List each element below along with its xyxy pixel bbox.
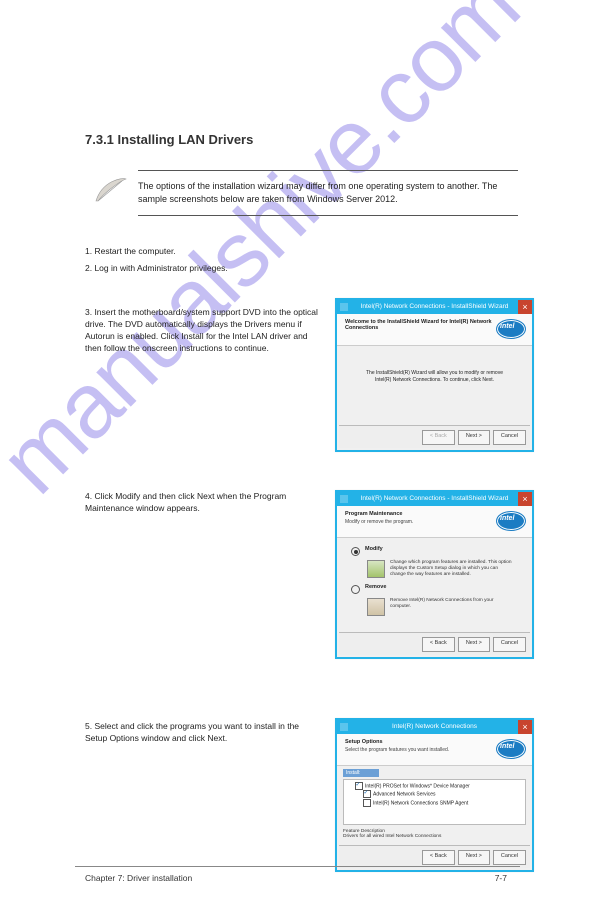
step-4: 4. Click Modify and then click Next when… — [85, 490, 320, 514]
feature-tree[interactable]: Intel(R) PROSet for Windows* Device Mana… — [343, 779, 526, 825]
close-icon[interactable]: × — [518, 492, 532, 506]
dialog-footer: < Back Next > Cancel — [339, 632, 530, 655]
close-icon[interactable]: × — [518, 720, 532, 734]
note-feather-icon — [92, 175, 130, 210]
tree-item: Intel(R) PROSet for Windows* Device Mana… — [365, 783, 470, 789]
sys-icon — [340, 303, 348, 311]
next-button[interactable]: Next > — [458, 637, 490, 652]
radio-modify-label: Modify — [365, 546, 383, 552]
tree-item: Intel(R) Network Connections SNMP Agent — [373, 800, 468, 806]
radio-modify[interactable] — [351, 547, 360, 556]
close-icon[interactable]: × — [518, 300, 532, 314]
dialog-footer: < Back Next > Cancel — [339, 425, 530, 448]
checkbox-icon[interactable] — [363, 790, 371, 798]
step-3: 3. Insert the motherboard/system support… — [85, 306, 320, 354]
next-button[interactable]: Next > — [458, 850, 490, 865]
titlebar-text: Intel(R) Network Connections - InstallSh… — [361, 303, 509, 310]
step-5: 5. Select and click the programs you wan… — [85, 720, 320, 744]
footer-divider — [75, 866, 520, 867]
sys-icon — [340, 495, 348, 503]
tree-item: Advanced Network Services — [373, 792, 436, 798]
dialog-header: Welcome to the InstallShield Wizard for … — [337, 314, 532, 346]
titlebar: Intel(R) Network Connections - InstallSh… — [337, 300, 532, 314]
step-1: 1. Restart the computer. — [85, 245, 320, 257]
checkbox-icon[interactable] — [363, 799, 371, 807]
dialog-body: Modify Change which program features are… — [337, 538, 532, 624]
radio-remove[interactable] — [351, 585, 360, 594]
titlebar: Intel(R) Network Connections × — [337, 720, 532, 734]
feature-desc-text: Drivers for all wired Intel Network Conn… — [343, 834, 526, 839]
back-button[interactable]: < Back — [422, 850, 455, 865]
modify-desc: Change which program features are instal… — [390, 560, 515, 578]
cancel-button[interactable]: Cancel — [493, 637, 526, 652]
dialog-footer: < Back Next > Cancel — [339, 845, 530, 868]
radio-remove-label: Remove — [365, 584, 386, 590]
intel-logo-icon — [496, 511, 526, 531]
step-2: 2. Log in with Administrator privileges. — [85, 262, 320, 274]
dialog-header: Setup Options Select the program feature… — [337, 734, 532, 766]
back-button[interactable]: < Back — [422, 637, 455, 652]
remove-desc: Remove Intel(R) Network Connections from… — [390, 598, 515, 610]
remove-icon — [367, 598, 385, 616]
checkbox-icon[interactable] — [355, 782, 363, 790]
setup-options-dialog: Intel(R) Network Connections × Setup Opt… — [335, 718, 534, 872]
page-number: 7-7 — [495, 873, 507, 883]
cancel-button[interactable]: Cancel — [493, 430, 526, 445]
divider — [138, 215, 518, 216]
note-text: The options of the installation wizard m… — [138, 180, 508, 206]
install-label: Install: — [343, 769, 379, 777]
divider — [138, 170, 518, 171]
intel-logo-icon — [496, 739, 526, 759]
cancel-button[interactable]: Cancel — [493, 850, 526, 865]
back-button: < Back — [422, 430, 455, 445]
body-text: The InstallShield(R) Wizard will allow y… — [365, 370, 505, 384]
intel-logo-icon — [496, 319, 526, 339]
titlebar-text: Intel(R) Network Connections — [392, 723, 477, 730]
sys-icon — [340, 723, 348, 731]
program-maintenance-dialog: Intel(R) Network Connections - InstallSh… — [335, 490, 534, 659]
modify-icon — [367, 560, 385, 578]
titlebar: Intel(R) Network Connections - InstallSh… — [337, 492, 532, 506]
dialog-body: Install: Intel(R) PROSet for Windows* De… — [337, 766, 532, 842]
next-button[interactable]: Next > — [458, 430, 490, 445]
titlebar-text: Intel(R) Network Connections - InstallSh… — [361, 495, 509, 502]
dialog-body: The InstallShield(R) Wizard will allow y… — [337, 346, 532, 390]
dialog-header: Program Maintenance Modify or remove the… — [337, 506, 532, 538]
wizard-welcome-dialog: Intel(R) Network Connections - InstallSh… — [335, 298, 534, 452]
chapter-label: Chapter 7: Driver installation — [85, 873, 192, 883]
section-heading: 7.3.1 Installing LAN Drivers — [85, 132, 253, 147]
